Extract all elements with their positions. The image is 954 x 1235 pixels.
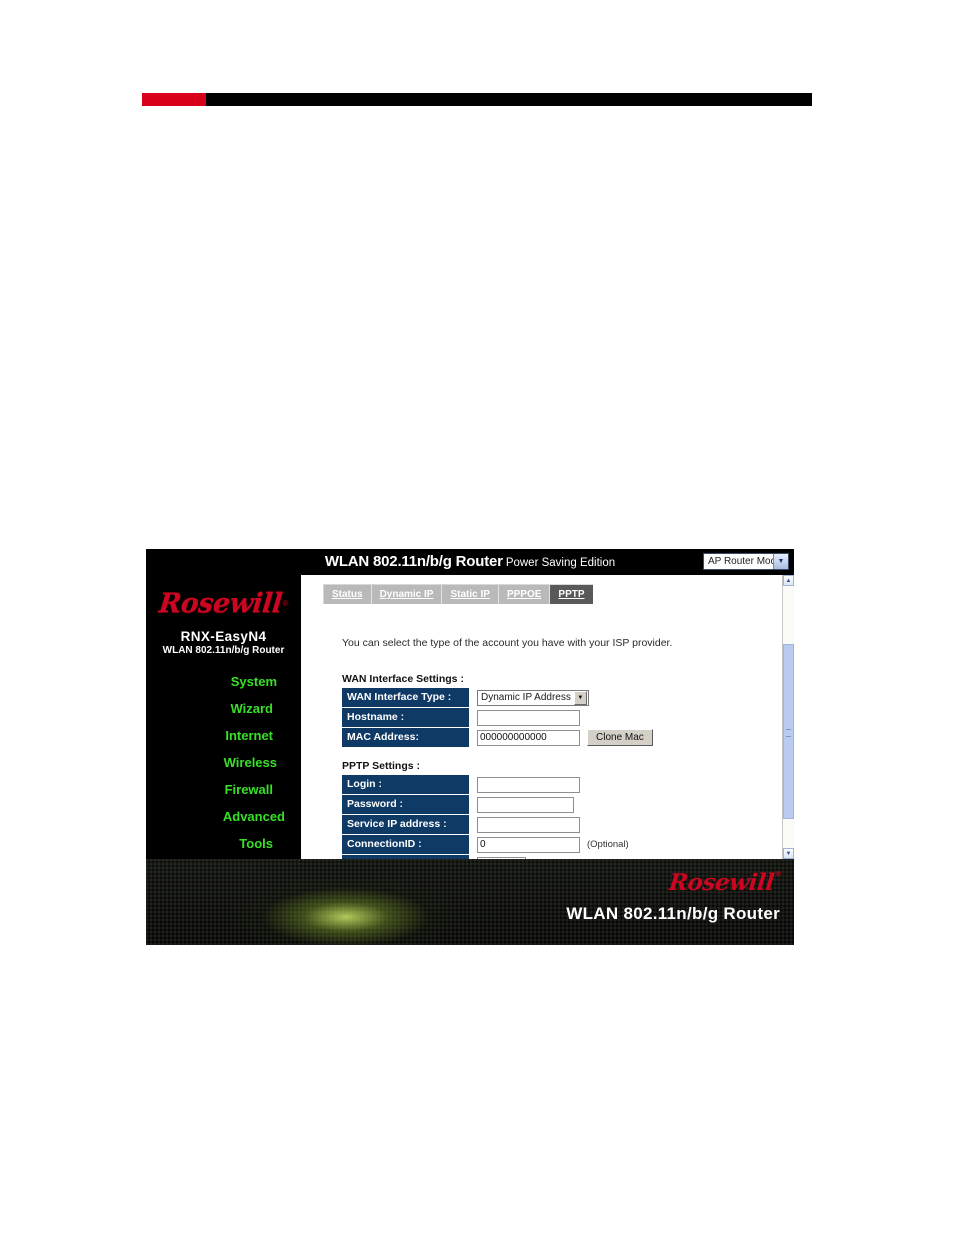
mac-address-input[interactable] <box>477 729 580 746</box>
wan-interface-type-value: Dynamic IP Address <box>481 692 571 703</box>
registered-mark-icon: ® <box>773 869 782 878</box>
sidebar: Rosewill ® RNX-EasyN4 WLAN 802.11n/b/g Ro… <box>146 575 301 859</box>
page-title: WLAN 802.11n/b/g Router Power Saving Edit… <box>146 549 794 575</box>
row-hostname: Hostname : <box>342 708 653 727</box>
registered-mark-icon: ® <box>282 598 289 608</box>
label-login: Login : <box>342 775 469 794</box>
label-service-ip-address: Service IP address : <box>342 815 469 834</box>
tab-status[interactable]: Status <box>324 585 372 604</box>
model-subtitle: WLAN 802.11n/b/g Router <box>162 645 285 656</box>
document-header-accent <box>142 93 206 106</box>
footer-rosewill-logo: Rosewill® <box>667 869 781 896</box>
pptp-section-title: PPTP Settings : <box>342 760 420 772</box>
sidebar-item-wireless[interactable]: Wireless <box>146 749 301 776</box>
tab-static-ip[interactable]: Static IP <box>442 585 499 604</box>
label-wan-interface-type: WAN Interface Type : <box>342 688 469 707</box>
router-admin-ui: WLAN 802.11n/b/g Router Power Saving Edit… <box>146 549 794 945</box>
field-mac-address: Clone Mac <box>477 729 653 746</box>
tab-bar: Status Dynamic IP Static IP PPPOE PPTP <box>323 584 593 604</box>
sidebar-nav: System Wizard Internet Wireless Firewall… <box>146 668 301 857</box>
rosewill-logo: Rosewill ® <box>146 581 301 625</box>
page-title-main: WLAN 802.11n/b/g Router <box>324 553 503 570</box>
row-service-ip-address: Service IP address : <box>342 815 645 834</box>
tab-pppoe[interactable]: PPPOE <box>499 585 551 604</box>
field-connection-id: (Optional) <box>477 836 629 853</box>
pptp-settings-section: PPTP Settings : Login : Password : Servi… <box>342 760 645 859</box>
label-password: Password : <box>342 795 469 814</box>
chevron-down-icon[interactable]: ▼ <box>573 690 587 705</box>
document-header-rule <box>142 93 812 106</box>
footer-caption: WLAN 802.11n/b/g Router <box>566 904 780 923</box>
field-password <box>477 796 574 813</box>
row-password: Password : <box>342 795 645 814</box>
scroll-up-arrow-icon[interactable]: ▲ <box>783 575 794 586</box>
sidebar-item-firewall[interactable]: Firewall <box>146 776 301 803</box>
field-hostname <box>477 709 580 726</box>
tab-pptp[interactable]: PPTP <box>550 585 593 604</box>
intro-text: You can select the type of the account y… <box>342 637 673 649</box>
label-connection-id: ConnectionID : <box>342 835 469 854</box>
sidebar-item-system[interactable]: System <box>146 668 301 695</box>
ui-topbar: WLAN 802.11n/b/g Router Power Saving Edit… <box>146 549 794 575</box>
footer-rosewill-wordmark: Rosewill <box>667 869 775 896</box>
hostname-input[interactable] <box>477 709 580 726</box>
operation-mode-value: AP Router Mode <box>708 556 773 567</box>
operation-mode-select[interactable]: AP Router Mode ▼ <box>703 553 789 570</box>
content-scrollbar[interactable]: ▲ ▼ <box>782 575 794 859</box>
row-login: Login : <box>342 775 645 794</box>
password-input[interactable] <box>477 796 574 813</box>
field-service-ip-address <box>477 816 580 833</box>
row-connection-id: ConnectionID : (Optional) <box>342 835 645 854</box>
scrollbar-track[interactable] <box>783 586 794 848</box>
label-mac-address: MAC Address: <box>342 728 469 747</box>
service-ip-address-input[interactable] <box>477 816 580 833</box>
sidebar-item-wizard[interactable]: Wizard <box>146 695 301 722</box>
rosewill-wordmark: Rosewill <box>156 587 284 619</box>
label-hostname: Hostname : <box>342 708 469 727</box>
clone-mac-button[interactable]: Clone Mac <box>587 729 653 746</box>
content-panel: Status Dynamic IP Static IP PPPOE PPTP Y… <box>301 575 794 859</box>
chevron-down-icon[interactable]: ▼ <box>773 554 788 569</box>
row-mac-address: MAC Address: Clone Mac <box>342 728 653 747</box>
sidebar-item-internet[interactable]: Internet <box>146 722 301 749</box>
wan-interface-settings-section: WAN Interface Settings : WAN Interface T… <box>342 673 653 748</box>
model-name: RNX-EasyN4 <box>180 629 267 644</box>
sidebar-item-advanced[interactable]: Advanced <box>146 803 301 830</box>
connection-id-input[interactable] <box>477 836 580 853</box>
connection-id-hint: (Optional) <box>587 839 629 850</box>
content-inner: Status Dynamic IP Static IP PPPOE PPTP Y… <box>301 575 782 859</box>
page-title-sub: Power Saving Edition <box>505 557 616 569</box>
scrollbar-thumb[interactable] <box>783 644 794 819</box>
wan-section-title: WAN Interface Settings : <box>342 673 464 685</box>
login-input[interactable] <box>477 776 580 793</box>
wan-interface-type-select[interactable]: Dynamic IP Address ▼ <box>477 689 589 706</box>
field-wan-interface-type: Dynamic IP Address ▼ <box>477 689 589 706</box>
footer-banner: Rosewill® WLAN 802.11n/b/g Router <box>146 859 794 945</box>
sidebar-item-tools[interactable]: Tools <box>146 830 301 857</box>
tab-dynamic-ip[interactable]: Dynamic IP <box>372 585 443 604</box>
row-wan-interface-type: WAN Interface Type : Dynamic IP Address … <box>342 688 653 707</box>
field-login <box>477 776 580 793</box>
scroll-down-arrow-icon[interactable]: ▼ <box>783 848 794 859</box>
